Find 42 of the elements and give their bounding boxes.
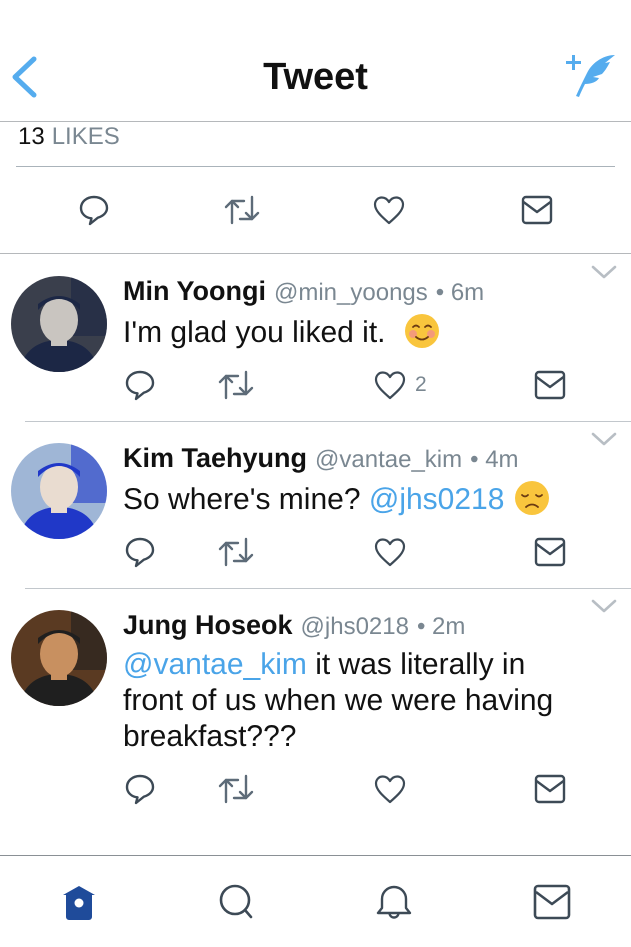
tweet-time: • 4m — [470, 446, 519, 474]
tweet-text: I'm glad you liked it. — [123, 313, 591, 351]
mention-link[interactable]: @jhs0218 — [368, 483, 504, 516]
retweet-icon[interactable] — [222, 193, 261, 227]
back-icon — [10, 56, 38, 98]
tweet-text: So where's mine? @jhs0218 — [123, 480, 591, 518]
user-handle: @min_yoongs — [274, 279, 428, 307]
chevron-icon — [591, 431, 617, 447]
user-name: Min Yoongi — [123, 276, 266, 307]
retweet-icon[interactable] — [217, 368, 255, 402]
reply-icon[interactable] — [123, 772, 157, 806]
sad-face-icon — [514, 480, 550, 516]
reply-icon[interactable] — [123, 535, 157, 569]
tweet-time: • 2m — [416, 613, 466, 641]
tweet-text: @vantae_kim it was literally in front of us when we were having breakfast??? — [123, 647, 554, 755]
mail-icon — [532, 882, 572, 922]
mail-icon[interactable] — [533, 368, 567, 402]
mail-icon[interactable] — [520, 193, 554, 227]
chevron-icon — [591, 598, 617, 614]
heart-icon[interactable] — [373, 773, 407, 805]
heart-icon[interactable] — [373, 536, 407, 568]
retweet-icon[interactable] — [217, 535, 255, 569]
compose-icon — [563, 52, 617, 98]
user-handle: @vantae_kim — [315, 446, 462, 474]
user-name: Jung Hoseok — [123, 610, 293, 641]
heart-icon[interactable] — [372, 194, 406, 226]
tab-button[interactable] — [532, 882, 572, 922]
retweet-icon[interactable] — [217, 772, 255, 806]
heart-icon[interactable] — [373, 369, 407, 401]
page-title: Tweet — [262, 56, 369, 99]
mention-link[interactable]: @vantae_kim — [123, 648, 307, 681]
likes-count: 13 — [18, 124, 45, 150]
tweet-time: • 6m — [436, 279, 484, 307]
reply-icon[interactable] — [123, 368, 157, 402]
mail-icon[interactable] — [533, 772, 567, 806]
mail-icon[interactable] — [533, 535, 567, 569]
user-name: Kim Taehyung — [123, 443, 308, 474]
user-handle: @jhs0218 — [300, 613, 409, 641]
chevron-icon — [591, 264, 617, 280]
smiling-face-icon — [404, 313, 440, 349]
like-count: 2 — [415, 373, 427, 397]
likes-label: LIKES — [52, 124, 120, 150]
